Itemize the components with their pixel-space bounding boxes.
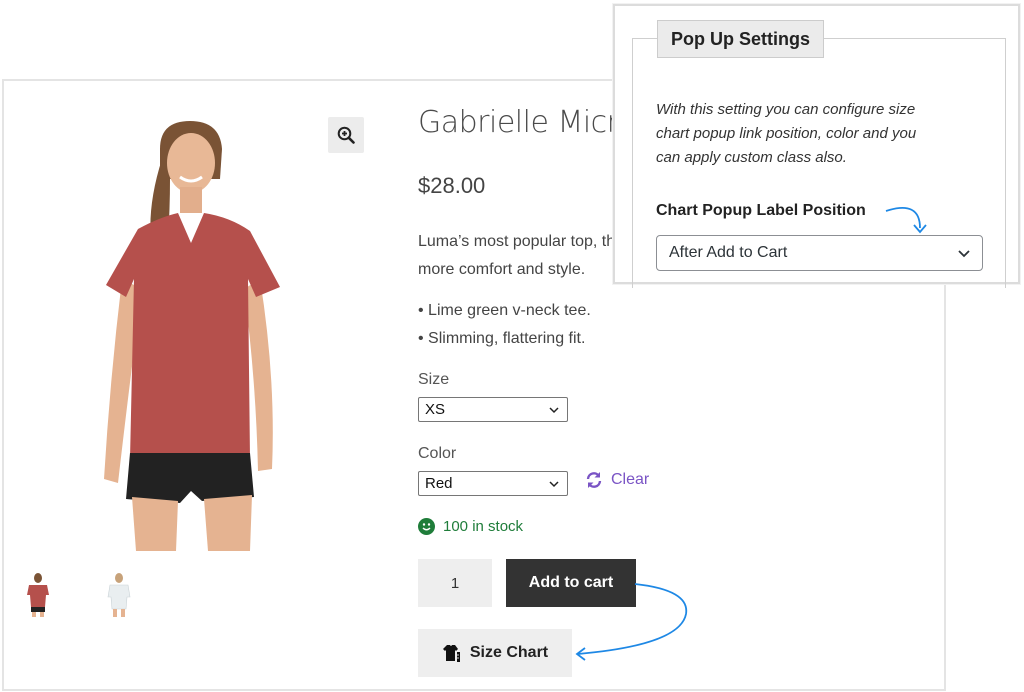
chevron-down-icon xyxy=(958,250,970,258)
popup-description-line: can apply custom class also. xyxy=(656,149,847,166)
chevron-down-icon xyxy=(549,406,559,413)
popup-description-line: chart popup link position, color and you xyxy=(656,125,917,142)
color-select[interactable]: Red xyxy=(418,471,568,496)
chevron-down-icon xyxy=(549,480,559,487)
stock-status: 100 in stock xyxy=(418,518,523,535)
description-line: more comfort and style. xyxy=(418,261,586,278)
description-line: Luma’s most popular top, th xyxy=(418,233,615,250)
chart-popup-label-position-label: Chart Popup Label Position xyxy=(656,202,866,219)
stock-text: 100 in stock xyxy=(443,518,524,535)
quantity-input[interactable] xyxy=(418,559,492,607)
tshirt-ruler-icon xyxy=(442,645,460,662)
size-select-value: XS xyxy=(425,401,446,418)
product-description: Luma’s most popular top, th more comfort… xyxy=(418,228,615,284)
zoom-button[interactable] xyxy=(328,117,364,153)
product-image[interactable] xyxy=(90,119,300,551)
size-chart-label: Size Chart xyxy=(469,644,549,661)
label-position-value: After Add to Cart xyxy=(669,244,788,261)
product-title: Gabrielle Micro xyxy=(418,105,618,140)
product-price: $28.00 xyxy=(418,173,486,198)
feature-item: • Lime green v-neck tee. xyxy=(418,302,591,319)
clear-label: Clear xyxy=(611,471,650,488)
size-label: Size xyxy=(418,371,450,388)
popup-settings-panel: Pop Up Settings With this setting you ca… xyxy=(613,4,1020,288)
color-select-value: Red xyxy=(425,475,453,492)
popup-settings-title: Pop Up Settings xyxy=(657,20,824,58)
color-label: Color xyxy=(418,445,457,462)
product-features: • Lime green v-neck tee. • Slimming, fla… xyxy=(418,297,591,353)
size-chart-button[interactable]: Size Chart xyxy=(418,629,572,677)
popup-description: With this setting you can configure size… xyxy=(656,98,986,170)
label-position-select[interactable]: After Add to Cart xyxy=(656,235,983,271)
smiley-icon xyxy=(418,518,435,535)
magnifier-plus-icon xyxy=(337,126,355,144)
size-select[interactable]: XS xyxy=(418,397,568,422)
product-thumbnail[interactable] xyxy=(106,573,132,617)
feature-item: • Slimming, flattering fit. xyxy=(418,330,586,347)
refresh-icon xyxy=(586,472,602,488)
product-thumbnail[interactable] xyxy=(25,573,51,617)
add-to-cart-button[interactable]: Add to cart xyxy=(506,559,636,607)
clear-selection-link[interactable]: Clear xyxy=(584,470,649,490)
popup-description-line: With this setting you can configure size xyxy=(656,101,916,118)
